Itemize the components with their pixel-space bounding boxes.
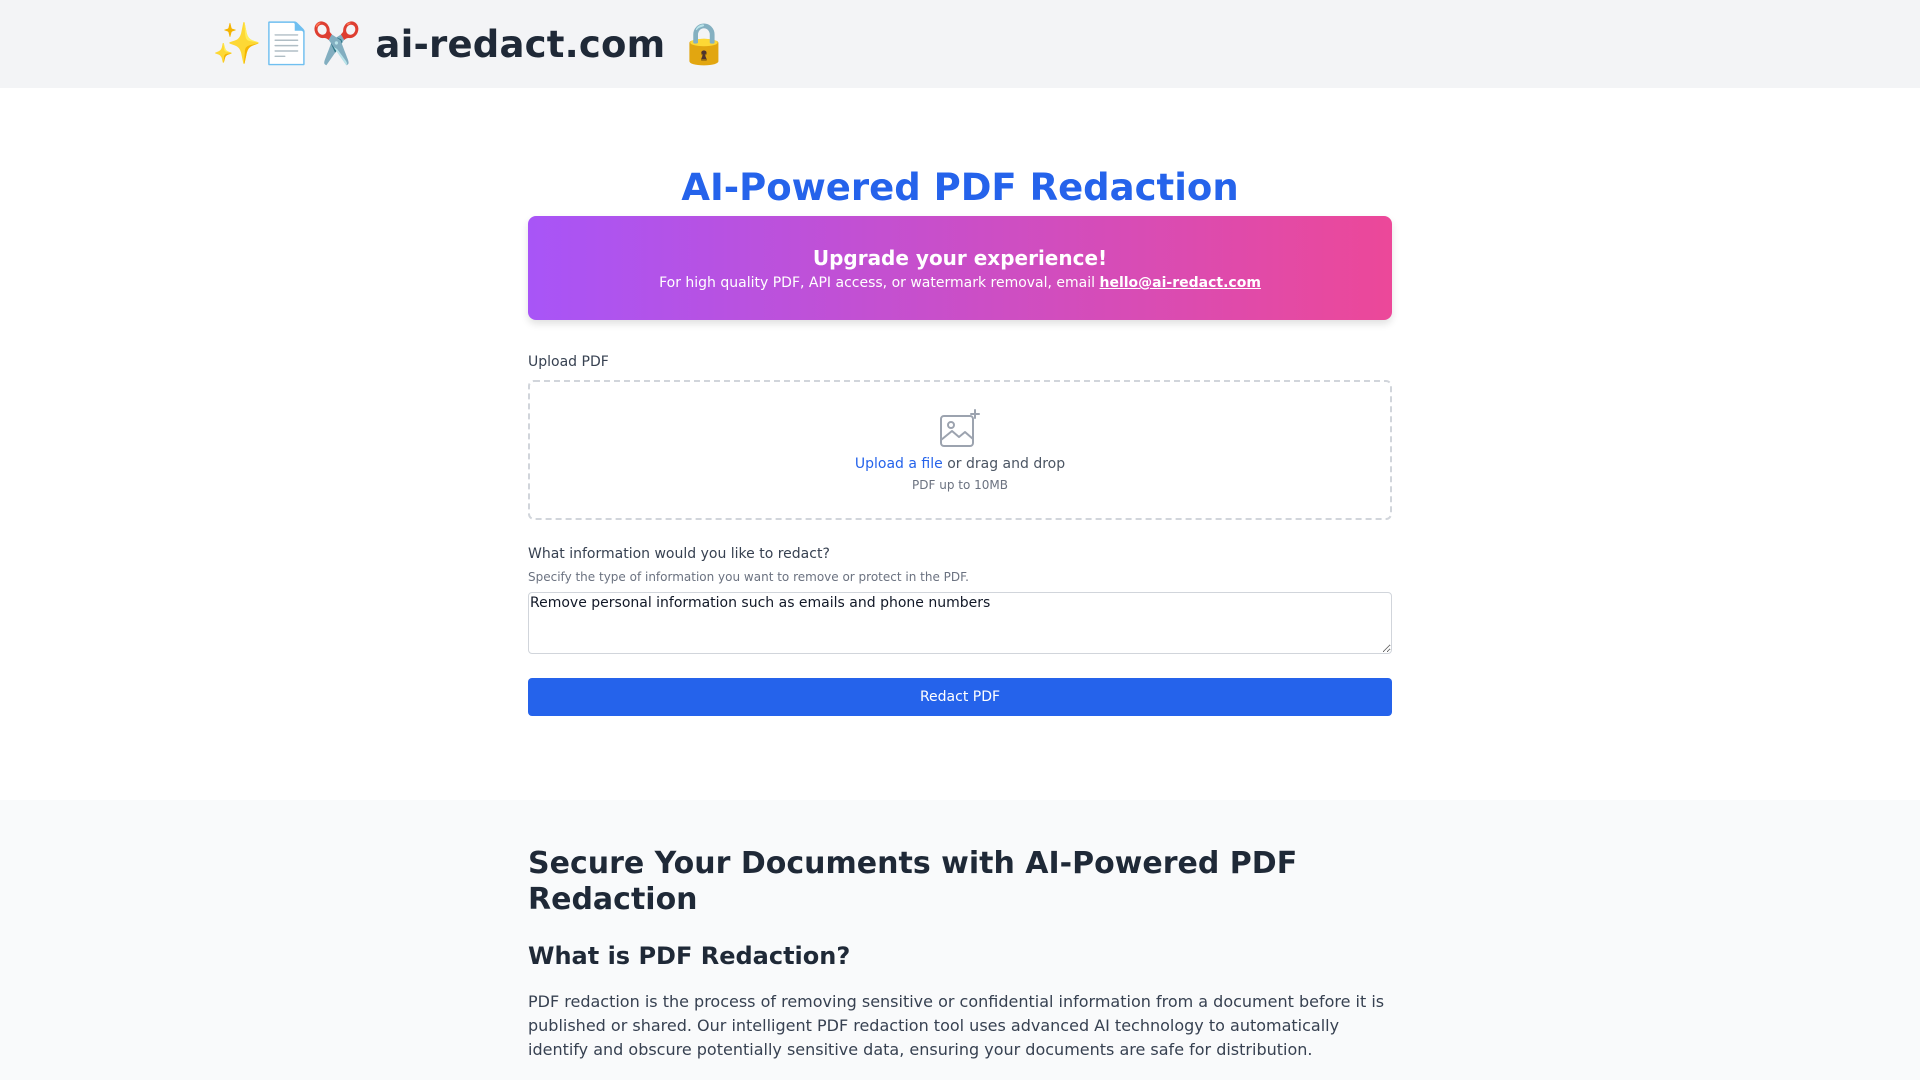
- info-content: Secure Your Documents with AI-Powered PD…: [528, 800, 1392, 1062]
- upload-file-link[interactable]: Upload a file: [855, 456, 943, 472]
- banner-message: For high quality PDF, API access, or wat…: [659, 274, 1100, 291]
- redact-instructions-input[interactable]: Remove personal information such as emai…: [528, 592, 1392, 655]
- main-content: AI-Powered PDF Redaction Upgrade your ex…: [528, 88, 1392, 796]
- site-name: ai-redact.com: [375, 22, 666, 66]
- info-heading: Secure Your Documents with AI-Powered PD…: [528, 846, 1298, 917]
- info-subheading: What is PDF Redaction?: [528, 942, 851, 970]
- redact-helper-text: Specify the type of information you want…: [528, 570, 969, 585]
- upgrade-banner: Upgrade your experience! For high qualit…: [528, 216, 1392, 321]
- redact-label: What information would you like to redac…: [528, 546, 830, 563]
- site-header: ✨📄✂️ ai-redact.com 🔒: [0, 0, 1920, 88]
- redact-pdf-button[interactable]: Redact PDF: [528, 678, 1392, 717]
- lock-icon: 🔒: [679, 21, 730, 67]
- info-section: Secure Your Documents with AI-Powered PD…: [0, 800, 1920, 1080]
- pdf-dropzone[interactable]: Upload a file or drag and drop PDF up to…: [528, 380, 1392, 521]
- drag-drop-text: or drag and drop: [942, 456, 1066, 473]
- sparkles-document-scissors-icon: ✨📄✂️: [212, 21, 362, 67]
- upload-hint: PDF up to 10MB: [912, 478, 1008, 493]
- banner-title: Upgrade your experience!: [812, 245, 1108, 270]
- upload-label: Upload PDF: [528, 354, 609, 371]
- contact-email-link[interactable]: hello@ai-redact.com: [1100, 275, 1261, 291]
- dropzone-text: Upload a file or drag and drop: [855, 456, 1065, 472]
- banner-text: For high quality PDF, API access, or wat…: [528, 275, 1392, 291]
- image-plus-icon: [940, 409, 980, 448]
- page-title: AI-Powered PDF Redaction: [681, 166, 1239, 209]
- site-logo-link[interactable]: ✨📄✂️ ai-redact.com 🔒: [212, 23, 729, 66]
- info-paragraph: PDF redaction is the process of removing…: [528, 992, 1385, 1059]
